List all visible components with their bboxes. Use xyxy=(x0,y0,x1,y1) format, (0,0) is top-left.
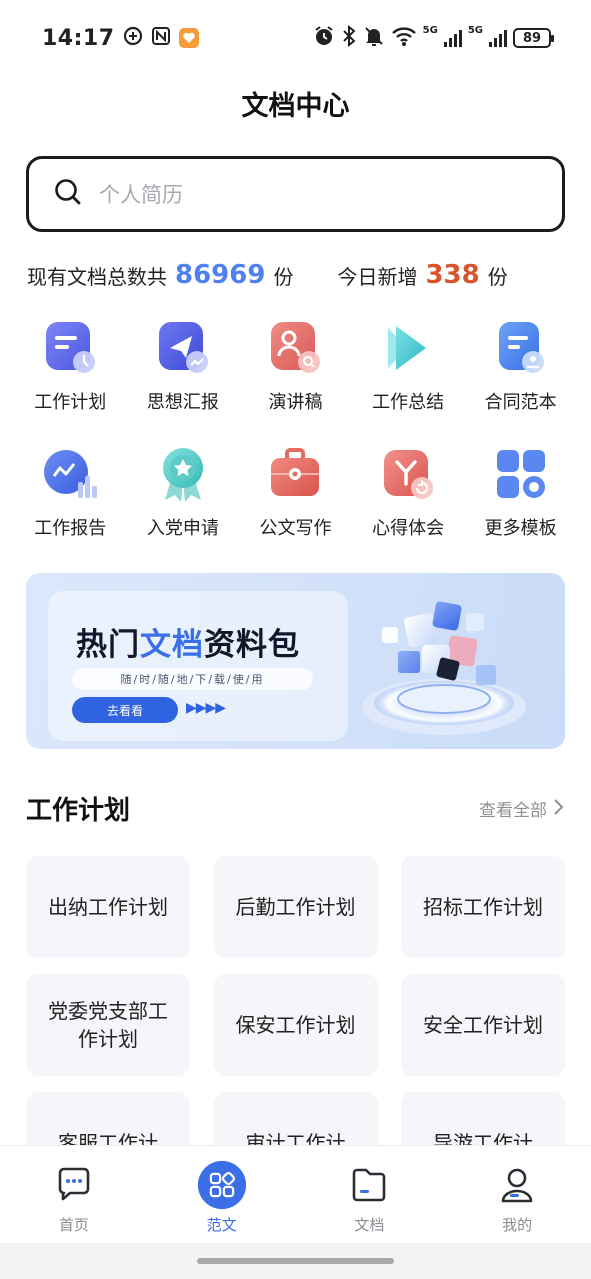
nav-documents[interactable]: 文档 xyxy=(296,1146,444,1243)
signal-icon xyxy=(443,29,462,47)
category-experience[interactable]: 心得体会 xyxy=(352,444,465,540)
document-card[interactable]: 出纳工作计划 xyxy=(26,856,190,958)
app-notification-icon xyxy=(178,28,199,48)
thought-report-icon xyxy=(153,318,213,378)
page-title: 文档中心 xyxy=(241,91,350,122)
experience-icon xyxy=(378,444,438,504)
party-application-icon xyxy=(153,444,213,504)
document-card[interactable]: 后勤工作计划 xyxy=(213,856,378,958)
status-time: 14:17 xyxy=(42,25,115,51)
profile-icon xyxy=(492,1160,542,1210)
nav-home[interactable]: 首页 xyxy=(0,1146,148,1243)
data-saver-icon xyxy=(123,26,143,50)
network-type-1: 5G xyxy=(422,25,438,36)
category-work-summary[interactable]: 工作总结 xyxy=(352,318,465,414)
section-title: 工作计划 xyxy=(26,796,131,826)
banner-arrows: ▶▶▶▶ xyxy=(186,700,226,716)
category-label: 合同范本 xyxy=(484,392,557,413)
category-label: 更多模板 xyxy=(484,518,557,539)
document-stats: 现有文档总数共 86969 份 今日新增 338 份 xyxy=(27,260,567,290)
network-type-2: 5G xyxy=(467,25,483,36)
contract-icon xyxy=(491,318,551,378)
status-bar: 14:17 5G 5G 89 xyxy=(0,0,591,76)
bluetooth-icon xyxy=(341,24,357,51)
today-label: 今日新增 xyxy=(337,264,418,289)
category-work-report[interactable]: 工作报告 xyxy=(14,444,127,540)
document-card[interactable]: 招标工作计划 xyxy=(401,856,565,958)
battery-icon: 89 xyxy=(513,28,554,48)
signal-icon xyxy=(489,29,507,47)
cubes-illustration xyxy=(362,601,526,735)
category-label: 演讲稿 xyxy=(268,392,323,413)
nav-templates[interactable]: 范文 xyxy=(148,1146,296,1243)
category-label: 公文写作 xyxy=(259,518,332,539)
document-card[interactable]: 保安工作计划 xyxy=(213,974,378,1076)
category-label: 工作总结 xyxy=(372,392,445,413)
category-more-templates[interactable]: 更多模板 xyxy=(464,444,577,540)
alarm-icon xyxy=(313,25,335,51)
work-plan-icon xyxy=(40,318,100,378)
speech-icon xyxy=(265,318,325,378)
nav-label: 文档 xyxy=(354,1216,385,1234)
wifi-icon xyxy=(391,25,417,51)
total-label: 现有文档总数共 xyxy=(27,264,167,289)
banner-subtitle: 随/时/随/地/下/载/使/用 xyxy=(72,668,313,690)
search-input[interactable]: 个人简历 xyxy=(26,156,565,232)
category-work-plan[interactable]: 工作计划 xyxy=(14,318,127,414)
banner-title-highlight: 文档 xyxy=(140,627,204,663)
bottom-nav: 首页 范文 文档 我的 xyxy=(0,1145,591,1243)
nfc-icon xyxy=(151,26,171,50)
category-official-writing[interactable]: 公文写作 xyxy=(239,444,352,540)
chevron-right-icon xyxy=(553,797,565,821)
work-report-icon xyxy=(40,444,100,504)
banner-go-button[interactable]: 去看看 xyxy=(72,697,178,723)
home-icon xyxy=(49,1160,99,1210)
view-all-label: 查看全部 xyxy=(479,801,547,821)
category-label: 工作计划 xyxy=(34,392,107,413)
total-unit: 份 xyxy=(273,264,294,289)
today-unit: 份 xyxy=(487,264,508,289)
promo-banner[interactable]: 热门文档资料包 随/时/随/地/下/载/使/用 去看看 ▶▶▶▶ xyxy=(26,573,565,749)
official-writing-icon xyxy=(265,444,325,504)
folder-icon xyxy=(344,1160,394,1210)
category-party-application[interactable]: 入党申请 xyxy=(127,444,240,540)
nav-label: 我的 xyxy=(502,1216,533,1234)
total-count: 86969 xyxy=(175,260,266,290)
templates-icon xyxy=(197,1160,247,1210)
category-label: 思想汇报 xyxy=(146,392,219,413)
category-contract[interactable]: 合同范本 xyxy=(464,318,577,414)
category-label: 心得体会 xyxy=(372,518,445,539)
category-grid: 工作计划 思想汇报 演讲稿 工作总结 合同范本 工作报告 入党申请 公文写作 心… xyxy=(14,318,577,540)
search-icon xyxy=(53,177,83,211)
section-header: 工作计划 查看全部 xyxy=(26,790,565,827)
today-count: 338 xyxy=(425,260,480,290)
home-indicator[interactable] xyxy=(197,1258,394,1264)
view-all-link[interactable]: 查看全部 xyxy=(479,796,565,821)
category-label: 入党申请 xyxy=(146,518,219,539)
nav-label: 首页 xyxy=(58,1216,89,1234)
document-card[interactable]: 安全工作计划 xyxy=(401,974,565,1076)
banner-title-part1: 热门 xyxy=(76,627,140,663)
document-grid: 出纳工作计划 后勤工作计划 招标工作计划 党委党支部工作计划 保安工作计划 安全… xyxy=(26,856,565,1194)
category-label: 工作报告 xyxy=(34,518,107,539)
nav-profile[interactable]: 我的 xyxy=(443,1146,591,1243)
battery-level: 89 xyxy=(522,30,542,46)
mute-icon xyxy=(363,25,385,51)
banner-title: 热门文档资料包 xyxy=(76,619,300,664)
work-summary-icon xyxy=(378,318,438,378)
document-card[interactable]: 党委党支部工作计划 xyxy=(26,974,190,1076)
more-templates-icon xyxy=(491,444,551,504)
category-thought-report[interactable]: 思想汇报 xyxy=(127,318,240,414)
search-placeholder: 个人简历 xyxy=(99,183,183,207)
category-speech[interactable]: 演讲稿 xyxy=(239,318,352,414)
nav-label: 范文 xyxy=(206,1216,237,1234)
banner-title-part2: 资料包 xyxy=(204,627,300,663)
